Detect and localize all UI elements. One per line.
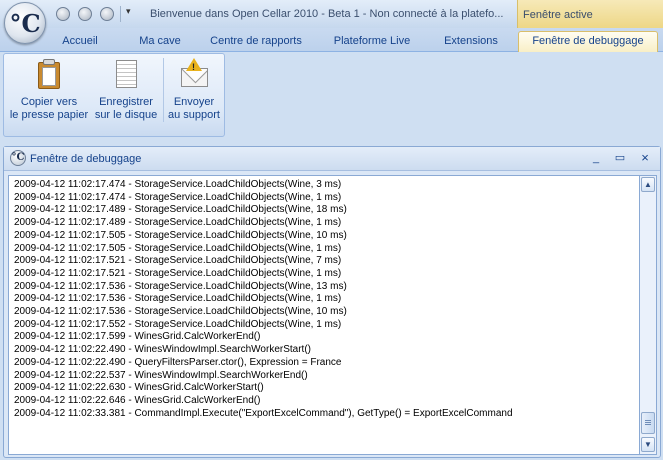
scroll-up-button[interactable]: ▲ bbox=[641, 177, 655, 192]
open-cellar-logo-icon: °C bbox=[9, 8, 41, 38]
save-to-disk-button[interactable]: Enregistrer sur le disque bbox=[90, 58, 162, 122]
scroll-thumb[interactable] bbox=[641, 412, 655, 434]
ribbon-tab-bar: Accueil Ma cave Centre de rapports Plate… bbox=[0, 28, 663, 53]
debug-log-textarea[interactable]: 2009-04-12 11:02:17.474 - StorageService… bbox=[8, 175, 640, 455]
debug-window-header: °C Fenêtre de debuggage _ ▭ × bbox=[4, 147, 660, 171]
scroll-down-button[interactable]: ▼ bbox=[641, 437, 655, 452]
log-line: 2009-04-12 11:02:17.474 - StorageService… bbox=[14, 191, 342, 203]
send-to-support-button[interactable]: ! Envoyer au support bbox=[164, 58, 224, 122]
minimize-button[interactable]: _ bbox=[589, 151, 603, 165]
log-line: 2009-04-12 11:02:17.489 - StorageService… bbox=[14, 204, 347, 216]
clipboard-icon bbox=[34, 58, 64, 90]
log-line: 2009-04-12 11:02:17.505 - StorageService… bbox=[14, 229, 347, 241]
tab-centre-de-rapports[interactable]: Centre de rapports bbox=[198, 32, 314, 52]
log-line: 2009-04-12 11:02:22.537 - WinesWindowImp… bbox=[14, 369, 308, 381]
log-line: 2009-04-12 11:02:17.552 - StorageService… bbox=[14, 318, 342, 330]
copy-to-clipboard-button[interactable]: Copier vers le presse papier bbox=[6, 58, 92, 122]
log-line: 2009-04-12 11:02:22.646 - WinesGrid.Calc… bbox=[14, 394, 261, 406]
log-line: 2009-04-12 11:02:17.536 - StorageService… bbox=[14, 306, 347, 318]
title-bar: °C ▾ Bienvenue dans Open Cellar 2010 - B… bbox=[0, 0, 663, 44]
ribbon-panel: Copier vers le presse papier Enregistrer… bbox=[0, 52, 663, 138]
log-line: 2009-04-12 11:02:17.536 - StorageService… bbox=[14, 280, 347, 292]
contextual-tab-header-label: Fenêtre active bbox=[523, 9, 593, 21]
debug-window: °C Fenêtre de debuggage _ ▭ × 2009-04-12… bbox=[3, 146, 661, 458]
log-line: 2009-04-12 11:02:17.599 - WinesGrid.Calc… bbox=[14, 331, 261, 343]
copy-button-label-line2: le presse papier bbox=[9, 109, 89, 121]
envelope-warning-icon: ! bbox=[179, 58, 209, 90]
tab-ma-cave[interactable]: Ma cave bbox=[120, 32, 200, 52]
maximize-button[interactable]: ▭ bbox=[613, 151, 627, 165]
quick-access-button-1[interactable] bbox=[56, 7, 70, 21]
save-button-label-line1: Enregistrer bbox=[99, 96, 153, 108]
tab-fenetre-de-debuggage[interactable]: Fenêtre de debuggage bbox=[518, 31, 658, 53]
send-button-label-line2: au support bbox=[168, 109, 220, 121]
quick-access-button-3[interactable] bbox=[100, 7, 114, 21]
log-line: 2009-04-12 11:02:17.521 - StorageService… bbox=[14, 267, 342, 279]
log-line: 2009-04-12 11:02:17.489 - StorageService… bbox=[14, 217, 342, 229]
customize-quick-access-icon[interactable]: ▾ bbox=[126, 6, 131, 17]
close-button[interactable]: × bbox=[638, 151, 652, 165]
save-button-label-line2: sur le disque bbox=[94, 109, 158, 121]
log-line: 2009-04-12 11:02:33.381 - CommandImpl.Ex… bbox=[14, 407, 513, 419]
application-menu-button[interactable]: °C bbox=[4, 2, 46, 44]
debug-window-title: Fenêtre de debuggage bbox=[30, 153, 142, 165]
quick-access-button-2[interactable] bbox=[78, 7, 92, 21]
tab-plateforme-live[interactable]: Plateforme Live bbox=[322, 32, 422, 52]
log-line: 2009-04-12 11:02:17.505 - StorageService… bbox=[14, 242, 342, 254]
contextual-tab-header: Fenêtre active bbox=[517, 0, 663, 28]
log-line: 2009-04-12 11:02:22.630 - WinesGrid.Calc… bbox=[14, 382, 264, 394]
log-line: 2009-04-12 11:02:17.474 - StorageService… bbox=[14, 179, 342, 190]
ribbon-group: Copier vers le presse papier Enregistrer… bbox=[3, 53, 225, 137]
log-line: 2009-04-12 11:02:17.521 - StorageService… bbox=[14, 255, 342, 267]
log-line: 2009-04-12 11:02:22.490 - QueryFiltersPa… bbox=[14, 356, 342, 368]
quick-access-separator bbox=[120, 6, 121, 22]
window-title: Bienvenue dans Open Cellar 2010 - Beta 1… bbox=[150, 8, 504, 20]
log-line: 2009-04-12 11:02:17.536 - StorageService… bbox=[14, 293, 342, 305]
tab-accueil[interactable]: Accueil bbox=[48, 32, 112, 52]
document-save-icon bbox=[111, 58, 141, 90]
log-scrollbar[interactable]: ▲ ▼ bbox=[640, 175, 657, 455]
open-cellar-small-icon: °C bbox=[10, 150, 26, 166]
copy-button-label-line1: Copier vers bbox=[20, 96, 78, 108]
tab-extensions[interactable]: Extensions bbox=[432, 32, 510, 52]
log-line: 2009-04-12 11:02:22.490 - WinesWindowImp… bbox=[14, 344, 311, 356]
send-button-label-line1: Envoyer bbox=[173, 96, 215, 108]
